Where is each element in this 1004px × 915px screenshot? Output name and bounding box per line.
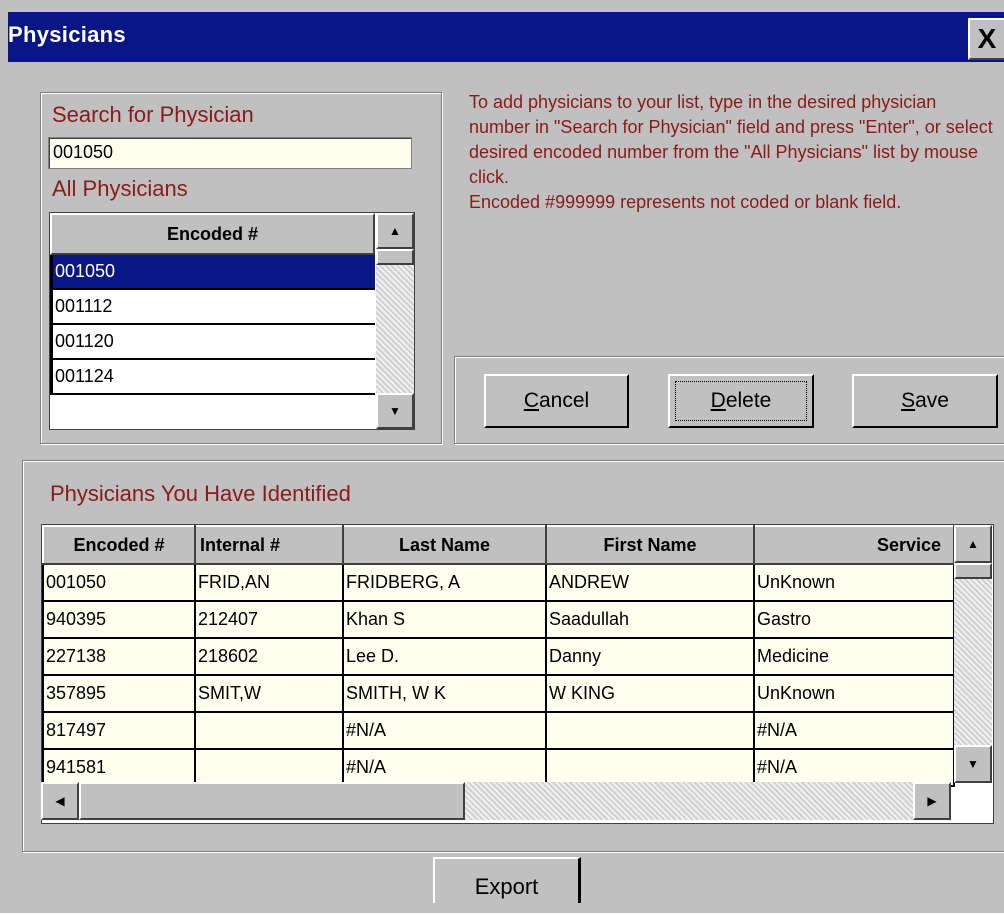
physicians-window: Physicians X Search for Physician 001050…	[0, 0, 1004, 913]
delete-focus-frame: Delete	[670, 376, 812, 426]
table-row[interactable]: 001050 FRID,AN FRIDBERG, A ANDREW UnKnown	[42, 563, 955, 602]
cancel-button[interactable]: Cancel	[484, 374, 629, 428]
table-row[interactable]: 357895 SMIT,W SMITH, W KW KING UnKnown	[42, 674, 955, 713]
identified-label: Physicians You Have Identified	[50, 481, 351, 506]
grid-vscrollbar[interactable]: ▲ ▼	[954, 525, 992, 783]
grid-scroll-up-button[interactable]: ▲	[954, 525, 992, 563]
search-label: Search for Physician	[52, 102, 254, 127]
col-internal-header[interactable]: Internal #	[194, 525, 344, 565]
cell-first-name[interactable]	[545, 711, 755, 750]
delete-button[interactable]: Delete	[668, 374, 814, 428]
table-row[interactable]: 227138 218602 Lee D. Danny Medicine	[42, 637, 955, 676]
instructions-line-2: Encoded #999999 represents not coded or …	[469, 192, 902, 212]
cancel-label-accel: C	[523, 389, 539, 412]
grid-scroll-track[interactable]	[954, 579, 992, 745]
cell-last-name[interactable]: Khan S	[342, 600, 547, 639]
grid-scroll-thumb[interactable]	[954, 563, 992, 579]
table-row[interactable]: 941581 #N/A #N/A	[42, 748, 955, 787]
cell-last-name[interactable]: SMITH, W K	[342, 674, 547, 713]
table-row[interactable]: 817497 #N/A #N/A	[42, 711, 955, 750]
cell-internal[interactable]	[194, 748, 344, 787]
instructions-line-1: To add physicians to your list, type in …	[469, 92, 993, 187]
cell-first-name[interactable]: W KING	[545, 674, 755, 713]
delete-label-accel: D	[710, 389, 726, 412]
cell-first-name[interactable]: ANDREW	[545, 563, 755, 602]
cell-internal[interactable]: FRID,AN	[194, 563, 344, 602]
search-input[interactable]: 001050	[48, 137, 412, 169]
list-item[interactable]: 001112	[50, 290, 375, 325]
identified-table: Encoded # Internal # Last Name First Nam…	[42, 525, 955, 787]
cell-last-name[interactable]: Lee D.	[342, 637, 547, 676]
grid-scroll-down-button[interactable]: ▼	[954, 745, 992, 783]
cancel-label-rest: ancel	[538, 389, 590, 412]
cell-internal[interactable]: SMIT,W	[194, 674, 344, 713]
cell-last-name[interactable]: FRIDBERG, A	[342, 563, 547, 602]
col-service-header[interactable]: Service	[753, 525, 955, 565]
list-rows: 001050 001112 001120 001124	[50, 255, 375, 395]
grid-hscrollbar[interactable]: ◀ ▶	[41, 782, 951, 820]
col-last-name-header[interactable]: Last Name	[342, 525, 547, 565]
encoded-column-header[interactable]: Encoded #	[50, 213, 375, 255]
cell-internal[interactable]: 212407	[194, 600, 344, 639]
scroll-thumb[interactable]	[376, 249, 414, 265]
list-scrollbar[interactable]: ▲ ▼	[376, 213, 414, 429]
cell-encoded[interactable]: 357895	[42, 674, 196, 713]
instructions-text: To add physicians to your list, type in …	[469, 90, 999, 215]
scroll-down-button[interactable]: ▼	[376, 393, 414, 429]
cell-service[interactable]: Medicine	[753, 637, 955, 676]
title-bar: Physicians X	[8, 12, 1004, 62]
cell-encoded[interactable]: 001050	[42, 563, 196, 602]
col-first-name-header[interactable]: First Name	[545, 525, 755, 565]
col-encoded-header[interactable]: Encoded #	[42, 525, 196, 565]
export-button[interactable]: Export	[433, 857, 581, 903]
grid-scroll-left-button[interactable]: ◀	[41, 782, 79, 820]
cell-encoded[interactable]: 227138	[42, 637, 196, 676]
cell-service[interactable]: #N/A	[753, 748, 955, 787]
cell-first-name[interactable]	[545, 748, 755, 787]
list-item[interactable]: 001124	[50, 360, 375, 395]
cell-service[interactable]: Gastro	[753, 600, 955, 639]
grid-scroll-right-button[interactable]: ▶	[913, 782, 951, 820]
grid-hscroll-track[interactable]	[465, 782, 913, 820]
cell-last-name[interactable]: #N/A	[342, 711, 547, 750]
list-item[interactable]: 001120	[50, 325, 375, 360]
cell-service[interactable]: UnKnown	[753, 674, 955, 713]
scroll-up-button[interactable]: ▲	[376, 213, 414, 249]
save-button[interactable]: Save	[852, 374, 998, 428]
all-physicians-label: All Physicians	[52, 176, 188, 201]
save-label-rest: ave	[915, 389, 949, 412]
cell-first-name[interactable]: Danny	[545, 637, 755, 676]
save-label-accel: S	[901, 389, 916, 412]
all-physicians-list[interactable]: Encoded # 001050 001112 001120 001124 ▲ ▼	[49, 212, 415, 430]
cell-first-name[interactable]: Saadullah	[545, 600, 755, 639]
cell-encoded[interactable]: 941581	[42, 748, 196, 787]
cell-encoded[interactable]: 817497	[42, 711, 196, 750]
close-button[interactable]: X	[968, 18, 1004, 60]
delete-label-rest: elete	[725, 389, 772, 412]
cell-service[interactable]: #N/A	[753, 711, 955, 750]
cell-internal[interactable]	[194, 711, 344, 750]
grid-body: 001050 FRID,AN FRIDBERG, A ANDREW UnKnown 940…	[42, 563, 955, 787]
list-item[interactable]: 001050	[50, 255, 375, 290]
grid-hscroll-thumb[interactable]	[79, 782, 465, 820]
cell-last-name[interactable]: #N/A	[342, 748, 547, 787]
window-title: Physicians	[8, 22, 126, 47]
identified-grid[interactable]: Encoded # Internal # Last Name First Nam…	[41, 524, 994, 824]
cell-internal[interactable]: 218602	[194, 637, 344, 676]
table-row[interactable]: 940395 212407 Khan S Saadullah Gastro	[42, 600, 955, 639]
cell-service[interactable]: UnKnown	[753, 563, 955, 602]
scroll-track[interactable]	[376, 265, 414, 393]
cell-encoded[interactable]: 940395	[42, 600, 196, 639]
